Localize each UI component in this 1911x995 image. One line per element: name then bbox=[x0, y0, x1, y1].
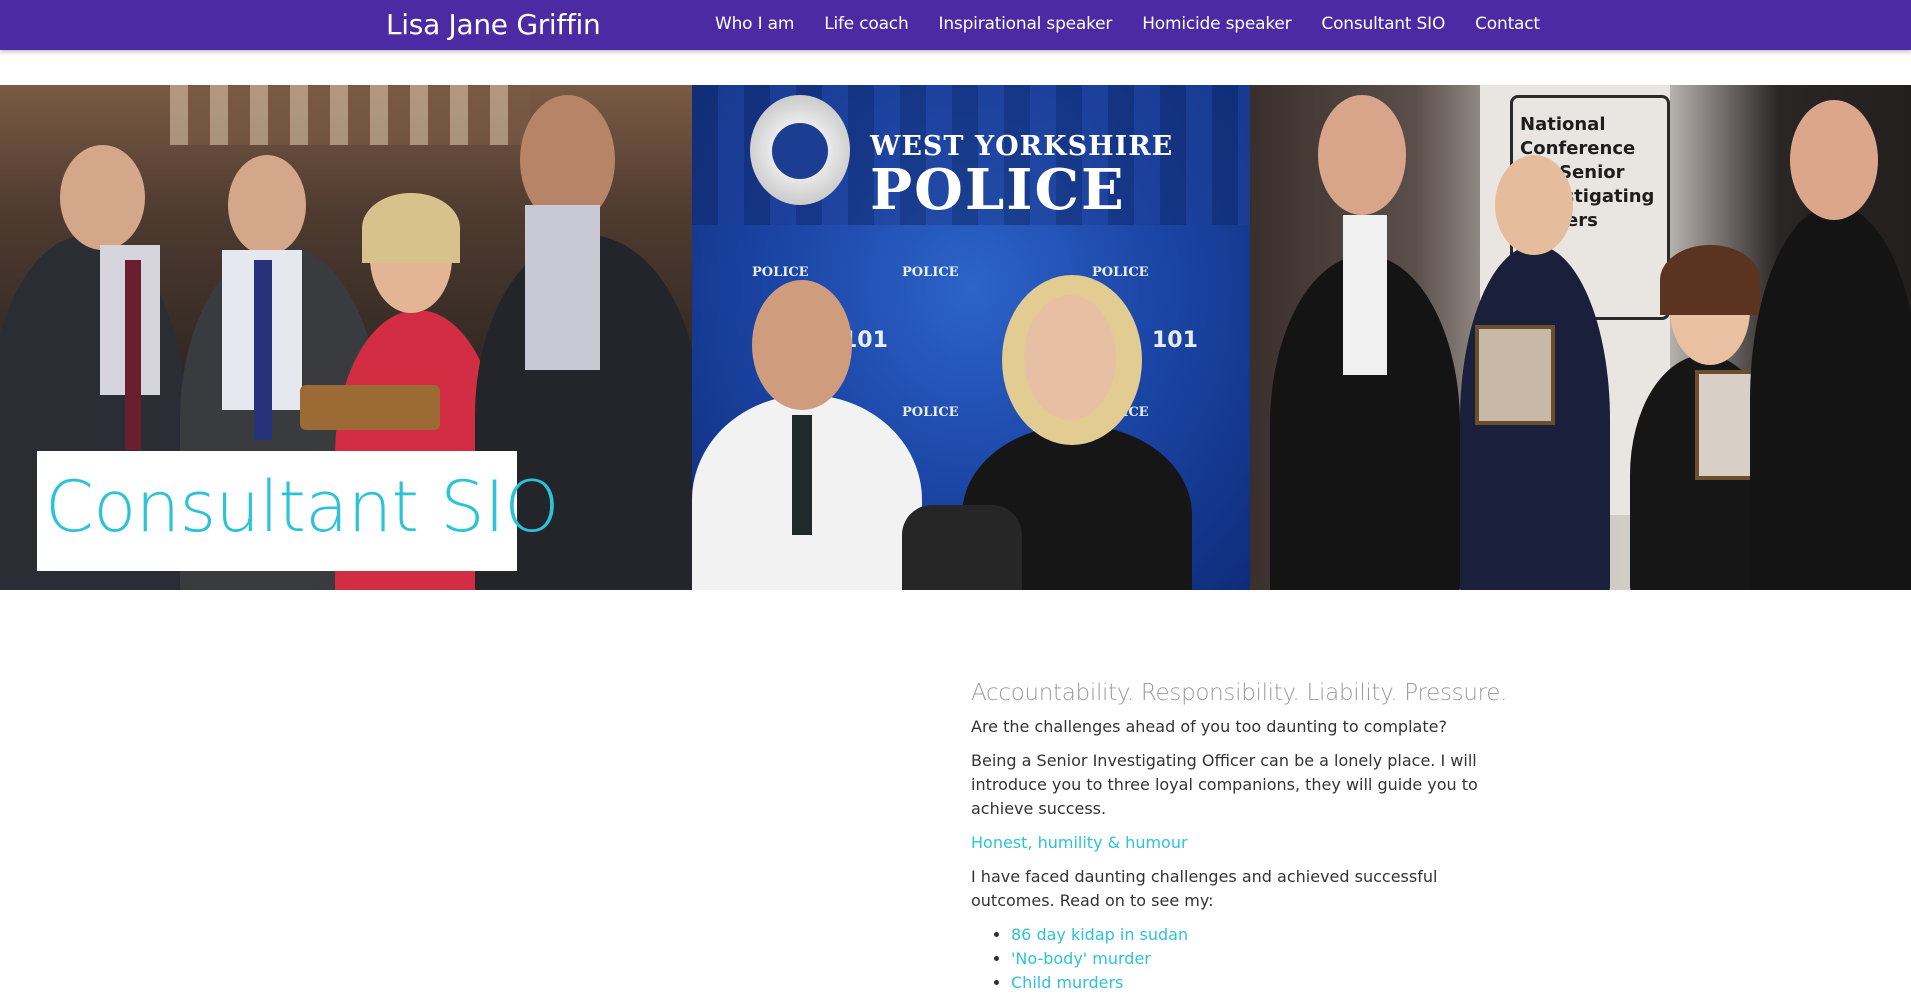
backdrop-logo: POLICE bbox=[1092, 265, 1149, 280]
tie bbox=[125, 260, 141, 450]
police-banner-line2: POLICE bbox=[870, 157, 1126, 223]
tie bbox=[792, 415, 812, 535]
nav-item-who-i-am: Who I am bbox=[700, 14, 809, 34]
person-head bbox=[1495, 155, 1573, 255]
person-head bbox=[752, 280, 852, 410]
intro-paragraph: Are the challenges ahead of you too daun… bbox=[971, 717, 1447, 736]
nav-item-consultant-sio: Consultant SIO bbox=[1306, 14, 1460, 34]
microphones bbox=[902, 505, 1022, 590]
case-link-sudan-kidnap[interactable]: 86 day kidap in sudan bbox=[1011, 925, 1188, 944]
backdrop-logo: POLICE bbox=[752, 265, 809, 280]
nav-menu: Who I am Life coach Inspirational speake… bbox=[700, 14, 1555, 34]
person-head bbox=[60, 145, 145, 250]
person-head bbox=[1790, 100, 1878, 220]
person-head bbox=[228, 155, 306, 255]
list-item: 86 day kidap in sudan bbox=[1011, 923, 1511, 947]
hero-banner: Consultant SIO WEST YORKSHIRE POLICE POL… bbox=[0, 85, 1911, 590]
hero-photo-press-conference: WEST YORKSHIRE POLICE POLICE POLICE POLI… bbox=[692, 85, 1250, 590]
person-head bbox=[1024, 295, 1116, 420]
site-brand-link[interactable]: Lisa Jane Griffin bbox=[386, 8, 601, 41]
challenges-paragraph: I have faced daunting challenges and ach… bbox=[971, 867, 1438, 910]
nav-link-contact[interactable]: Contact bbox=[1460, 14, 1555, 34]
page-title: Consultant SIO bbox=[45, 466, 559, 548]
police-crest-icon bbox=[750, 95, 850, 205]
nav-item-life-coach: Life coach bbox=[809, 14, 923, 34]
hair bbox=[362, 193, 460, 263]
shirt bbox=[1343, 215, 1387, 375]
hero-photo-group-award: Consultant SIO bbox=[0, 85, 692, 590]
backdrop-number: 101 bbox=[1152, 328, 1198, 353]
nav-link-consultant-sio[interactable]: Consultant SIO bbox=[1306, 14, 1460, 34]
hair bbox=[1660, 245, 1760, 315]
hero-photo-conference-awards: National Conference For Senior Investiga… bbox=[1250, 85, 1911, 590]
nav-item-contact: Contact bbox=[1460, 14, 1555, 34]
case-list: 86 day kidap in sudan 'No-body' murder C… bbox=[971, 923, 1511, 995]
nav-link-homicide-speaker[interactable]: Homicide speaker bbox=[1127, 14, 1306, 34]
list-item: 'No-body' murder bbox=[1011, 947, 1511, 971]
nav-item-homicide-speaker: Homicide speaker bbox=[1127, 14, 1306, 34]
nav-link-life-coach[interactable]: Life coach bbox=[809, 14, 923, 34]
certificate bbox=[1475, 325, 1555, 425]
sio-paragraph: Being a Senior Investigating Officer can… bbox=[971, 751, 1478, 818]
nav-link-who-i-am[interactable]: Who I am bbox=[700, 14, 809, 34]
person-head bbox=[1318, 95, 1406, 215]
nav-item-inspirational-speaker: Inspirational speaker bbox=[924, 14, 1128, 34]
tie bbox=[254, 260, 272, 440]
top-navbar: Lisa Jane Griffin Who I am Life coach In… bbox=[0, 0, 1911, 50]
section-lead: Accountability. Responsibility. Liabilit… bbox=[971, 680, 1508, 706]
backdrop-logo: POLICE bbox=[902, 265, 959, 280]
police-banner-text: WEST YORKSHIRE POLICE bbox=[870, 131, 1173, 218]
ceiling-decor bbox=[170, 85, 530, 145]
case-link-child-murders[interactable]: Child murders bbox=[1011, 973, 1123, 992]
award-plaque bbox=[300, 385, 440, 430]
shirt bbox=[525, 205, 600, 370]
companions-link[interactable]: Honest, humility & humour bbox=[971, 831, 1511, 855]
case-link-no-body-murder[interactable]: 'No-body' murder bbox=[1011, 949, 1151, 968]
list-item: Child murders bbox=[1011, 971, 1511, 995]
main-content: Accountability. Responsibility. Liabilit… bbox=[971, 680, 1511, 995]
nav-link-inspirational-speaker[interactable]: Inspirational speaker bbox=[924, 14, 1128, 34]
backdrop-logo: POLICE bbox=[902, 405, 959, 420]
person-silhouette bbox=[1750, 205, 1911, 590]
